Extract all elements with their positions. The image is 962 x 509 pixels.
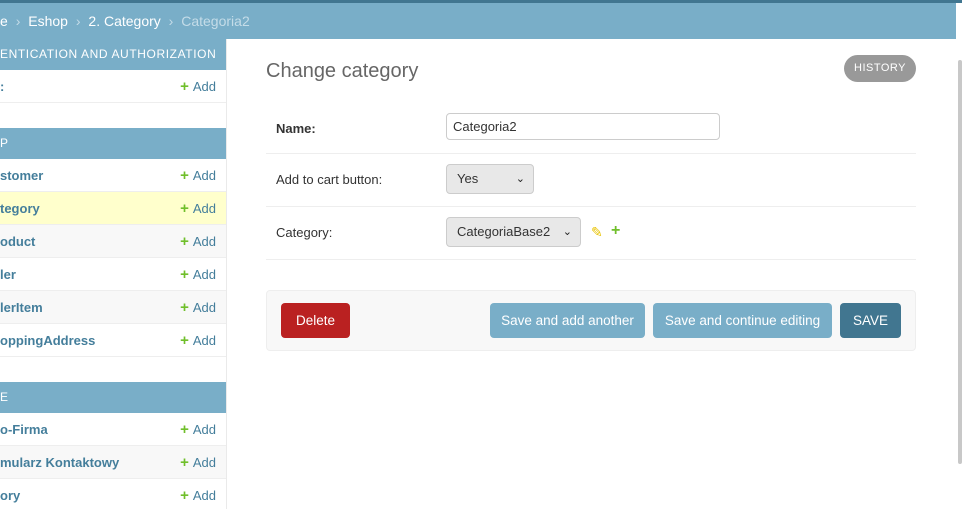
history-button[interactable]: HISTORY	[844, 55, 916, 82]
sidebar-model-link[interactable]: lerItem	[0, 291, 43, 324]
sidebar-model-link[interactable]: oppingAddress	[0, 324, 95, 357]
add-label: Add	[192, 234, 216, 249]
breadcrumb-home-link[interactable]: e	[0, 13, 8, 29]
category-label: Category:	[276, 225, 333, 240]
breadcrumb-app-link[interactable]: Eshop	[28, 13, 68, 29]
sidebar-app-caption[interactable]: E	[0, 382, 226, 413]
sidebar-add-link[interactable]: + Add	[180, 70, 216, 103]
page-title: Change category	[266, 60, 419, 82]
add-to-cart-select[interactable]: Yes ⌄	[446, 164, 534, 194]
sidebar-model-link[interactable]: ory	[0, 479, 20, 509]
add-label: Add	[192, 168, 216, 183]
sidebar-add-link[interactable]: + Add	[180, 192, 216, 225]
scrollbar-thumb[interactable]	[958, 60, 962, 464]
sidebar-model-link[interactable]: o-Firma	[0, 413, 48, 446]
add-label: Add	[192, 267, 216, 282]
add-icon: +	[180, 421, 189, 438]
sidebar-model-link[interactable]: mularz Kontaktowy	[0, 446, 119, 479]
add-label: Add	[192, 79, 216, 94]
chevron-down-icon: ⌄	[562, 226, 572, 238]
sidebar-add-link[interactable]: + Add	[180, 258, 216, 291]
add-icon: +	[180, 78, 189, 95]
sidebar-add-link[interactable]: + Add	[180, 159, 216, 192]
add-to-cart-label: Add to cart button:	[276, 172, 383, 187]
sidebar-add-link[interactable]: + Add	[180, 479, 216, 509]
add-icon: +	[180, 454, 189, 471]
name-label: Name:	[276, 121, 316, 136]
breadcrumb: e › Eshop › 2. Category › Categoria2	[0, 3, 956, 39]
sidebar-app-caption[interactable]: ENTICATION AND AUTHORIZATION	[0, 39, 226, 70]
add-icon: +	[180, 299, 189, 316]
add-related-plus-icon[interactable]: +	[611, 222, 620, 240]
sidebar-model-row: oduct + Add	[0, 225, 226, 258]
sidebar-model-row: mularz Kontaktowy + Add	[0, 446, 226, 479]
chevron-down-icon: ⌄	[515, 173, 525, 185]
add-label: Add	[192, 201, 216, 216]
category-selected-value: CategoriaBase2	[457, 224, 551, 239]
add-label: Add	[192, 455, 216, 470]
sidebar-add-link[interactable]: + Add	[180, 413, 216, 446]
breadcrumb-separator: ›	[15, 13, 21, 29]
add-label: Add	[192, 422, 216, 437]
add-icon: +	[180, 332, 189, 349]
add-icon: +	[180, 200, 189, 217]
breadcrumb-separator: ›	[75, 13, 81, 29]
sidebar-nav: ENTICATION AND AUTHORIZATION : + Add P st…	[0, 39, 227, 509]
edit-related-pencil-icon[interactable]: ✎	[591, 224, 603, 241]
add-icon: +	[180, 266, 189, 283]
sidebar-model-link[interactable]: oduct	[0, 225, 35, 258]
sidebar-model-row: o-Firma + Add	[0, 413, 226, 446]
form-row-category: Category: CategoriaBase2 ⌄ ✎ +	[266, 207, 916, 260]
sidebar-model-row: ler + Add	[0, 258, 226, 291]
sidebar-model-row: oppingAddress + Add	[0, 324, 226, 357]
sidebar-add-link[interactable]: + Add	[180, 324, 216, 357]
add-icon: +	[180, 487, 189, 504]
sidebar-app-caption[interactable]: P	[0, 128, 226, 159]
category-select[interactable]: CategoriaBase2 ⌄	[446, 217, 581, 247]
name-input[interactable]: Categoria2	[446, 113, 720, 140]
save-button[interactable]: SAVE	[840, 303, 901, 338]
breadcrumb-model-link[interactable]: 2. Category	[88, 13, 160, 29]
breadcrumb-current: Categoria2	[181, 13, 250, 29]
sidebar-model-link[interactable]: stomer	[0, 159, 43, 192]
submit-row: Delete Save and add another Save and con…	[266, 290, 916, 351]
delete-button[interactable]: Delete	[281, 303, 350, 338]
add-icon: +	[180, 233, 189, 250]
sidebar-add-link[interactable]: + Add	[180, 225, 216, 258]
sidebar-model-row: : + Add	[0, 70, 226, 103]
form-row-add-to-cart: Add to cart button: Yes ⌄	[266, 154, 916, 207]
save-and-add-another-button[interactable]: Save and add another	[490, 303, 645, 338]
sidebar-add-link[interactable]: + Add	[180, 446, 216, 479]
add-label: Add	[192, 300, 216, 315]
sidebar-model-row: ory + Add	[0, 479, 226, 509]
sidebar-model-link[interactable]: tegory	[0, 192, 40, 225]
sidebar-model-link[interactable]: :	[0, 70, 4, 103]
sidebar-add-link[interactable]: + Add	[180, 291, 216, 324]
save-and-continue-button[interactable]: Save and continue editing	[653, 303, 832, 338]
sidebar-model-row: stomer + Add	[0, 159, 226, 192]
breadcrumb-separator: ›	[168, 13, 174, 29]
add-label: Add	[192, 333, 216, 348]
add-label: Add	[192, 488, 216, 503]
sidebar-model-row-selected: tegory + Add	[0, 192, 226, 225]
add-to-cart-selected-value: Yes	[457, 171, 479, 186]
add-icon: +	[180, 167, 189, 184]
sidebar-model-link[interactable]: ler	[0, 258, 16, 291]
sidebar-model-row: lerItem + Add	[0, 291, 226, 324]
